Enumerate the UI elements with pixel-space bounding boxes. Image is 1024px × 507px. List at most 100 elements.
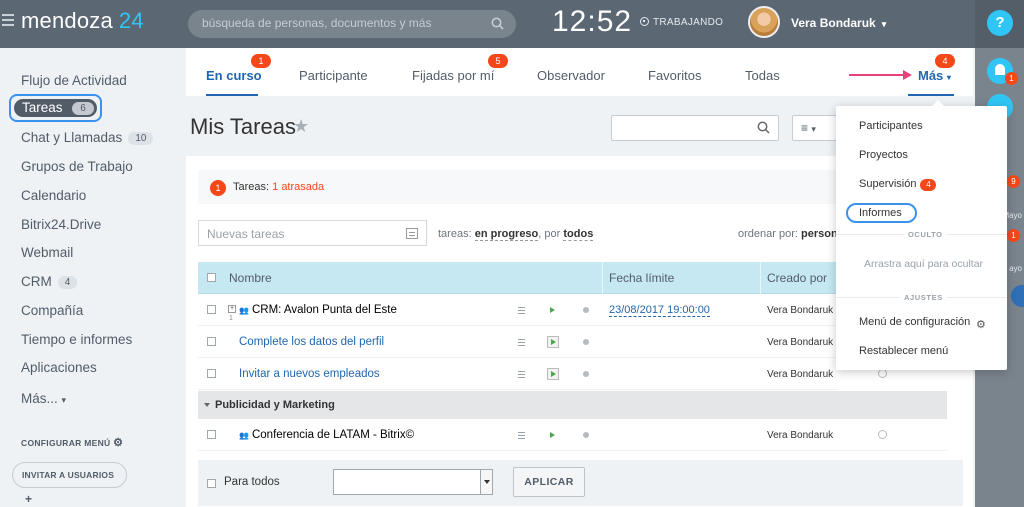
tab-all[interactable]: Todas (745, 68, 780, 83)
collapse-icon[interactable] (204, 403, 210, 407)
invite-users-button[interactable]: INVITAR A USUARIOS + (12, 462, 127, 506)
group-header[interactable]: Publicidad y Marketing (198, 391, 947, 419)
tab-pinned-by-me[interactable]: Fijadas por mí (412, 68, 494, 83)
table-row[interactable]: Complete los datos del perfil Vera Bonda… (198, 326, 838, 358)
column-header-deadline[interactable]: Fecha límite (609, 271, 674, 285)
table-row[interactable]: Invitar a nuevos empleados Vera Bondaruk (198, 358, 887, 390)
top-bar: mendoza24 12:52 TRABAJANDO Vera Bondaruk… (0, 0, 1024, 48)
start-icon[interactable] (547, 368, 559, 380)
table-row[interactable]: 👥 Conferencia de LATAM - Bitrix© Vera Bon… (198, 419, 947, 451)
start-icon[interactable] (550, 432, 555, 438)
settings-section-header: AJUSTES (900, 293, 947, 302)
star-icon[interactable]: ★ (293, 116, 309, 137)
chevron-down-icon: ▾ (881, 19, 887, 29)
people-icon: 👥 (239, 431, 249, 440)
row-menu-icon[interactable] (518, 339, 525, 348)
select-all-checkbox[interactable] (207, 273, 216, 282)
task-name[interactable]: Invitar a nuevos empleados (239, 368, 380, 380)
tab-observer[interactable]: Observador (537, 68, 605, 83)
sidebar-item-more[interactable]: Más... ▾ (21, 391, 66, 406)
menu-item-projects[interactable]: Proyectos (859, 149, 908, 161)
avatar[interactable] (748, 6, 780, 38)
sidebar-item-activity-stream[interactable]: Flujo de Actividad (21, 73, 127, 88)
task-name[interactable]: 👥 CRM: Avalon Punta del Este (239, 304, 397, 316)
chevron-down-icon[interactable] (480, 470, 492, 494)
new-task-field[interactable] (198, 220, 427, 246)
clock[interactable]: 12:52 (552, 5, 632, 39)
configure-menu-button[interactable]: CONFIGURAR MENÚ ⚙ (21, 436, 123, 449)
drag-hint: Arrastra aquí para ocultar (864, 258, 984, 270)
search-input[interactable] (202, 16, 482, 30)
gear-icon[interactable]: ⚙ (976, 318, 986, 331)
tab-participant[interactable]: Participante (299, 68, 368, 83)
start-icon[interactable] (550, 307, 555, 313)
overdue-link[interactable]: 1 atrasada (272, 181, 324, 193)
task-form-icon[interactable] (406, 228, 418, 239)
expand-icon[interactable]: + (228, 305, 236, 313)
row-checkbox[interactable] (207, 305, 216, 314)
start-icon[interactable] (547, 336, 559, 348)
menu-item-reports[interactable]: Informes (859, 207, 902, 219)
table-row[interactable]: + 1 👥 CRM: Avalon Punta del Este 23/08/20… (198, 294, 838, 326)
sidebar-item-drive[interactable]: Bitrix24.Drive (21, 217, 101, 232)
column-header-created-by[interactable]: Creado por (767, 271, 827, 285)
status-circle[interactable] (878, 369, 887, 378)
tab-more[interactable]: Más ▾ (918, 68, 951, 83)
view-mode-button[interactable]: ≡ ▾ (792, 115, 837, 141)
sort-link[interactable]: persona (801, 228, 838, 240)
action-select[interactable] (333, 469, 493, 495)
sidebar-item-calendar[interactable]: Calendario (21, 188, 86, 203)
search-icon[interactable] (757, 121, 770, 134)
sidebar-item-time-reports[interactable]: Tiempo e informes (21, 332, 132, 347)
menu-item-supervision[interactable]: Supervisión 4 (859, 178, 937, 191)
work-status[interactable]: TRABAJANDO (640, 17, 723, 28)
deadline-link[interactable]: 23/08/2017 19:00:00 (609, 304, 710, 317)
hidden-section-header: OCULTO (904, 230, 947, 239)
row-menu-icon[interactable] (518, 432, 525, 441)
apply-all-checkbox[interactable] (207, 479, 216, 488)
sidebar-item-tasks[interactable]: Tareas 6 (14, 99, 97, 117)
apply-button[interactable]: APLICAR (513, 467, 585, 497)
row-checkbox[interactable] (207, 369, 216, 378)
status-circle[interactable] (878, 430, 887, 439)
filter-who-link[interactable]: todos (563, 228, 594, 241)
filter-search-input[interactable] (611, 115, 779, 141)
task-name[interactable]: 👥 Conferencia de LATAM - Bitrix© (239, 429, 414, 441)
column-header-name[interactable]: Nombre (229, 271, 272, 285)
contact-avatar[interactable] (1011, 285, 1024, 307)
sidebar-item-chat[interactable]: Chat y Llamadas 10 (21, 130, 154, 145)
menu-item-participants[interactable]: Participantes (859, 120, 923, 132)
sidebar-item-webmail[interactable]: Webmail (21, 245, 73, 260)
created-by[interactable]: Vera Bondaruk (767, 337, 833, 348)
apply-all-label: Para todos (224, 476, 280, 488)
tab-favorites[interactable]: Favoritos (648, 68, 701, 83)
created-by[interactable]: Vera Bondaruk (767, 369, 833, 380)
created-by[interactable]: Vera Bondaruk (767, 305, 833, 316)
filter-status-link[interactable]: en progreso (474, 228, 539, 241)
task-name[interactable]: Complete los datos del perfil (239, 336, 384, 348)
sidebar-item-workgroups[interactable]: Grupos de Trabajo (21, 159, 133, 174)
global-search[interactable] (188, 10, 516, 38)
chevron-down-icon: ▾ (946, 73, 951, 82)
logo[interactable]: mendoza 24 (21, 8, 144, 34)
created-by[interactable]: Vera Bondaruk (767, 430, 833, 441)
menu-item-config[interactable]: Menú de configuración (859, 316, 970, 328)
row-menu-icon[interactable] (518, 371, 525, 380)
search-icon[interactable] (491, 17, 504, 30)
tab-in-progress[interactable]: En curso (206, 68, 262, 83)
group-actions-bar: Para todos APLICAR (198, 460, 963, 506)
row-checkbox[interactable] (207, 337, 216, 346)
sidebar-item-crm[interactable]: CRM 4 (21, 274, 78, 289)
sidebar-item-company[interactable]: Compañía (21, 303, 83, 318)
new-task-input[interactable] (207, 227, 397, 241)
sidebar-item-applications[interactable]: Aplicaciones (21, 360, 97, 375)
user-menu[interactable]: Vera Bondaruk ▾ (791, 16, 886, 30)
hamburger-icon[interactable] (2, 14, 14, 28)
help-button[interactable]: ? (987, 10, 1013, 36)
row-menu-icon[interactable] (518, 307, 525, 316)
tab-badge: 4 (935, 54, 955, 68)
row-checkbox[interactable] (207, 430, 216, 439)
menu-item-reset[interactable]: Restablecer menú (859, 345, 948, 357)
notifications-badge: 1 (1005, 72, 1018, 85)
notifications-button[interactable]: 1 (987, 58, 1018, 85)
